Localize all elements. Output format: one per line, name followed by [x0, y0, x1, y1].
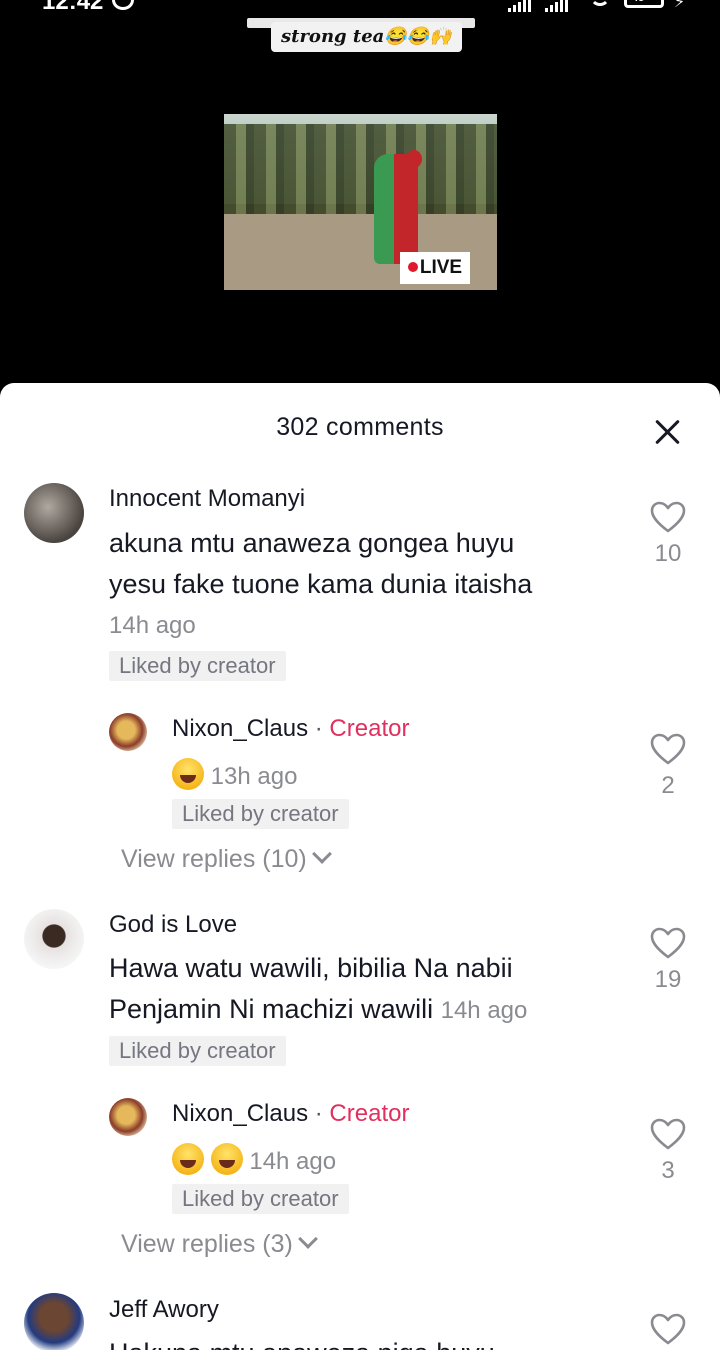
heart-icon: [650, 1118, 686, 1150]
comments-count-title: 302 comments: [276, 413, 444, 441]
heart-icon: [650, 927, 686, 959]
liked-by-creator-chip: Liked by creator: [109, 651, 286, 681]
sweat-smile-emoji-icon: [210, 1143, 243, 1175]
avatar[interactable]: [24, 1293, 84, 1350]
creator-badge: Creator: [329, 1100, 410, 1127]
like-button[interactable]: [638, 1313, 698, 1350]
live-badge: LIVE: [400, 252, 470, 284]
reply-timestamp: 14h ago: [249, 1148, 337, 1175]
reply-username-line: Nixon_Claus · Creator: [172, 715, 409, 743]
laughing-emoji-icon: [172, 758, 204, 790]
creator-badge: Creator: [329, 715, 410, 742]
reply-meta: 14h ago: [172, 1143, 336, 1176]
like-button[interactable]: 3: [638, 1118, 698, 1185]
whatsapp-icon: [112, 0, 134, 10]
heart-icon: [650, 1313, 686, 1345]
heart-icon: [650, 733, 686, 765]
chevron-down-icon: [297, 1229, 318, 1249]
heart-icon: [650, 501, 686, 533]
comment-text: Hawa watu wawili, bibilia Na nabii: [109, 953, 513, 983]
battery-level: 45: [632, 0, 644, 4]
view-replies-button[interactable]: View replies (10): [121, 844, 332, 874]
reply-meta: 13h ago: [172, 758, 297, 791]
avatar[interactable]: [109, 713, 147, 751]
view-replies-button[interactable]: View replies (3): [121, 1229, 318, 1259]
like-count: 3: [661, 1157, 675, 1184]
like-count: 2: [661, 772, 675, 799]
video-caption: strong tea😂😂🙌: [271, 22, 462, 52]
comment-timestamp: 14h ago: [440, 997, 528, 1024]
status-bar: 12:42 45 ⚡: [0, 0, 720, 14]
video-trees: [224, 124, 497, 219]
like-button[interactable]: 10: [638, 501, 698, 568]
comment-text-line: Penjamin Ni machizi wawili 14h ago: [109, 989, 527, 1031]
avatar[interactable]: [24, 909, 84, 969]
like-count: 19: [654, 966, 682, 993]
like-count: 10: [654, 540, 682, 567]
video-figure-head: [406, 150, 422, 168]
liked-by-creator-chip: Liked by creator: [172, 1184, 349, 1214]
comment-text: yesu fake tuone kama dunia itaisha: [109, 569, 533, 599]
sweat-smile-emoji-icon: [172, 1143, 204, 1175]
status-time: 12:42: [42, 0, 104, 14]
separator: ·: [314, 715, 323, 742]
wifi-icon: [590, 0, 610, 6]
avatar[interactable]: [24, 483, 84, 543]
comment-text: Hakuna mtu anaweza piga huyu: [109, 1333, 495, 1350]
view-replies-label: View replies (3): [121, 1230, 293, 1258]
view-replies-label: View replies (10): [121, 845, 307, 873]
reply-username-line: Nixon_Claus · Creator: [172, 1100, 409, 1128]
like-button[interactable]: 19: [638, 927, 698, 994]
video-figure: [374, 154, 418, 264]
comment-text: Penjamin Ni machizi wawili: [109, 994, 434, 1024]
comments-sheet: 302 comments Innocent Momanyi akuna mtu …: [0, 383, 720, 1350]
reply-username[interactable]: Nixon_Claus: [172, 1100, 308, 1127]
comment-text: akuna mtu anaweza gongea huyu: [109, 528, 515, 558]
comment-timestamp: 14h ago: [109, 612, 196, 639]
comment-username[interactable]: Jeff Awory: [109, 1296, 219, 1324]
live-dot-icon: [407, 262, 418, 272]
comment-username[interactable]: God is Love: [109, 911, 237, 939]
live-label: LIVE: [419, 257, 463, 278]
signal-icon: [545, 0, 570, 12]
reply-username[interactable]: Nixon_Claus: [172, 715, 308, 742]
comment-username[interactable]: Innocent Momanyi: [109, 485, 305, 513]
liked-by-creator-chip: Liked by creator: [172, 799, 349, 829]
separator: ·: [314, 1100, 323, 1127]
video-thumbnail[interactable]: LIVE: [224, 114, 497, 290]
liked-by-creator-chip: Liked by creator: [109, 1036, 286, 1066]
like-button[interactable]: 2: [638, 733, 698, 800]
signal-icon: [508, 0, 533, 12]
battery-icon: 45: [624, 0, 664, 8]
chevron-down-icon: [311, 844, 332, 864]
charging-icon: ⚡: [674, 0, 686, 11]
reply-timestamp: 13h ago: [210, 763, 298, 790]
close-icon[interactable]: [654, 418, 682, 446]
avatar[interactable]: [109, 1098, 147, 1136]
